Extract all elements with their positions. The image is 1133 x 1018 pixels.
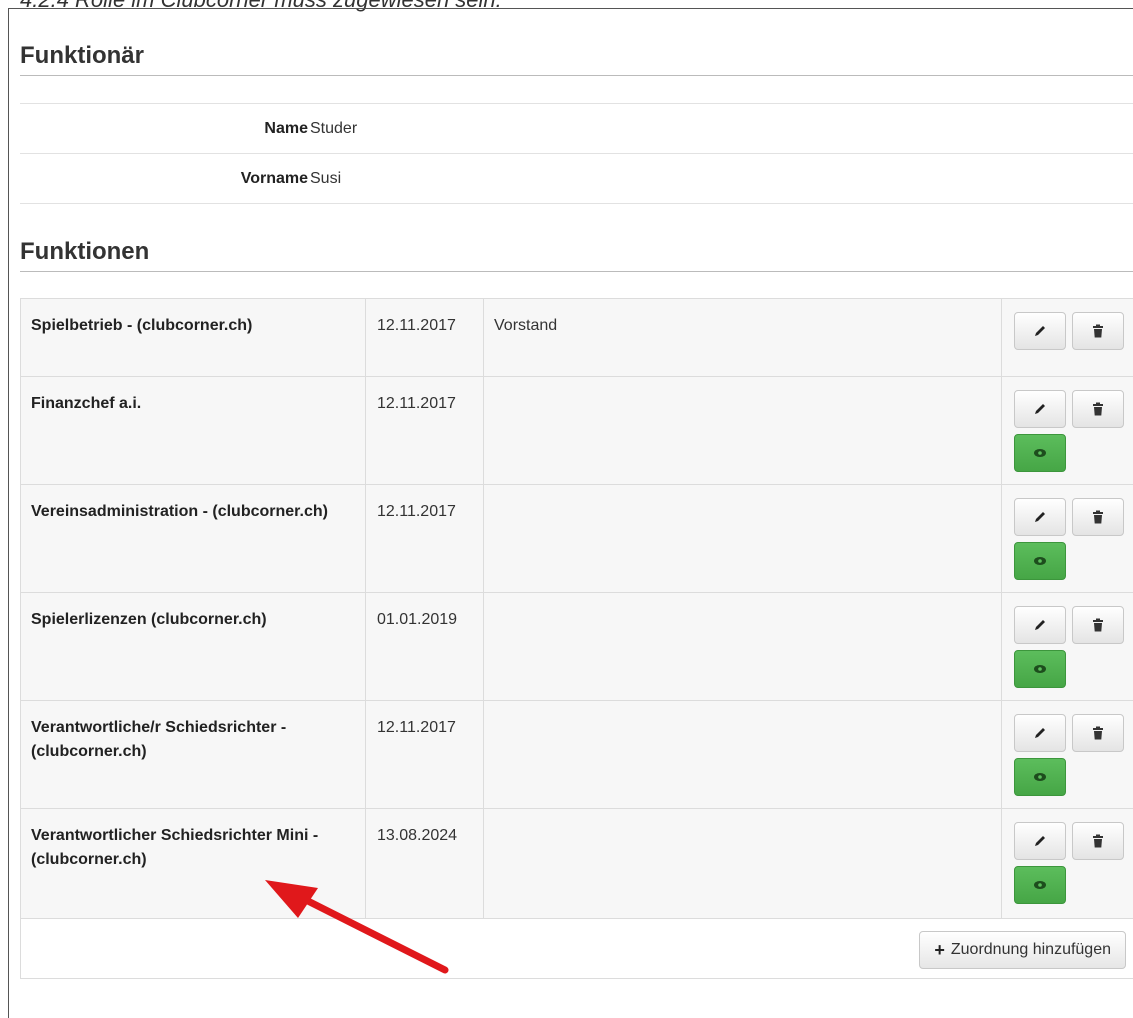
pencil-icon — [1033, 510, 1047, 524]
funktionen-title: Funktionen — [20, 238, 149, 266]
view-button[interactable] — [1014, 650, 1066, 688]
function-name: Verantwortlicher Schiedsrichter Mini - (… — [21, 809, 366, 919]
function-name: Spielbetrieb - (clubcorner.ch) — [21, 299, 366, 377]
pencil-icon — [1033, 618, 1047, 632]
row-actions — [1002, 299, 1133, 377]
plus-icon: + — [934, 940, 945, 961]
table-row: Vereinsadministration - (clubcorner.ch) … — [21, 485, 1133, 593]
table-footer-row: + Zuordnung hinzufügen — [21, 919, 1133, 979]
edit-button[interactable] — [1014, 606, 1066, 644]
trash-icon — [1092, 726, 1104, 740]
function-name: Finanzchef a.i. — [21, 377, 366, 485]
table-row: Spielbetrieb - (clubcorner.ch) 12.11.201… — [21, 299, 1133, 377]
funktionaer-title: Funktionär — [20, 42, 144, 70]
name-row: Name Studer — [20, 104, 1133, 154]
function-description — [484, 485, 1002, 593]
row-actions — [1002, 593, 1133, 701]
table-row: Spielerlizenzen (clubcorner.ch) 01.01.20… — [21, 593, 1133, 701]
delete-button[interactable] — [1072, 606, 1124, 644]
function-description — [484, 809, 1002, 919]
function-date: 13.08.2024 — [366, 809, 484, 919]
trash-icon — [1092, 618, 1104, 632]
function-description — [484, 701, 1002, 809]
function-date: 12.11.2017 — [366, 701, 484, 809]
funktionen-title-rule — [20, 271, 1133, 272]
trash-icon — [1092, 834, 1104, 848]
function-description: Vorstand — [484, 299, 1002, 377]
edit-button[interactable] — [1014, 822, 1066, 860]
trash-icon — [1092, 324, 1104, 338]
function-name: Spielerlizenzen (clubcorner.ch) — [21, 593, 366, 701]
delete-button[interactable] — [1072, 822, 1124, 860]
funktionaer-title-rule — [20, 75, 1133, 76]
delete-button[interactable] — [1072, 390, 1124, 428]
function-date: 12.11.2017 — [366, 485, 484, 593]
vorname-value: Susi — [310, 170, 341, 188]
trash-icon — [1092, 402, 1104, 416]
view-button[interactable] — [1014, 434, 1066, 472]
row-actions — [1002, 377, 1133, 485]
function-name: Vereinsadministration - (clubcorner.ch) — [21, 485, 366, 593]
trash-icon — [1092, 510, 1104, 524]
function-date: 01.01.2019 — [366, 593, 484, 701]
edit-button[interactable] — [1014, 312, 1066, 350]
view-button[interactable] — [1014, 542, 1066, 580]
funktionaer-details: Name Studer Vorname Susi — [20, 103, 1133, 204]
funktionen-table: Spielbetrieb - (clubcorner.ch) 12.11.201… — [20, 298, 1133, 979]
delete-button[interactable] — [1072, 312, 1124, 350]
function-date: 12.11.2017 — [366, 299, 484, 377]
pencil-icon — [1033, 834, 1047, 848]
table-footer: + Zuordnung hinzufügen — [21, 919, 1133, 979]
eye-icon — [1033, 772, 1047, 782]
function-name: Verantwortliche/r Schiedsrichter - (club… — [21, 701, 366, 809]
vorname-label: Vorname — [241, 170, 308, 188]
edit-button[interactable] — [1014, 390, 1066, 428]
delete-button[interactable] — [1072, 498, 1124, 536]
delete-button[interactable] — [1072, 714, 1124, 752]
function-description — [484, 377, 1002, 485]
add-assignment-label: Zuordnung hinzufügen — [951, 941, 1111, 959]
pencil-icon — [1033, 402, 1047, 416]
vorname-row: Vorname Susi — [20, 154, 1133, 204]
pencil-icon — [1033, 324, 1047, 338]
name-value: Studer — [310, 120, 357, 138]
function-date: 12.11.2017 — [366, 377, 484, 485]
row-actions — [1002, 701, 1133, 809]
eye-icon — [1033, 448, 1047, 458]
view-button[interactable] — [1014, 758, 1066, 796]
view-button[interactable] — [1014, 866, 1066, 904]
edit-button[interactable] — [1014, 498, 1066, 536]
table-row: Verantwortliche/r Schiedsrichter - (club… — [21, 701, 1133, 809]
eye-icon — [1033, 556, 1047, 566]
name-label: Name — [264, 120, 308, 138]
row-actions — [1002, 485, 1133, 593]
add-assignment-button[interactable]: + Zuordnung hinzufügen — [919, 931, 1126, 969]
row-actions — [1002, 809, 1133, 919]
eye-icon — [1033, 880, 1047, 890]
table-row: Verantwortlicher Schiedsrichter Mini - (… — [21, 809, 1133, 919]
eye-icon — [1033, 664, 1047, 674]
pencil-icon — [1033, 726, 1047, 740]
function-description — [484, 593, 1002, 701]
edit-button[interactable] — [1014, 714, 1066, 752]
table-row: Finanzchef a.i. 12.11.2017 — [21, 377, 1133, 485]
